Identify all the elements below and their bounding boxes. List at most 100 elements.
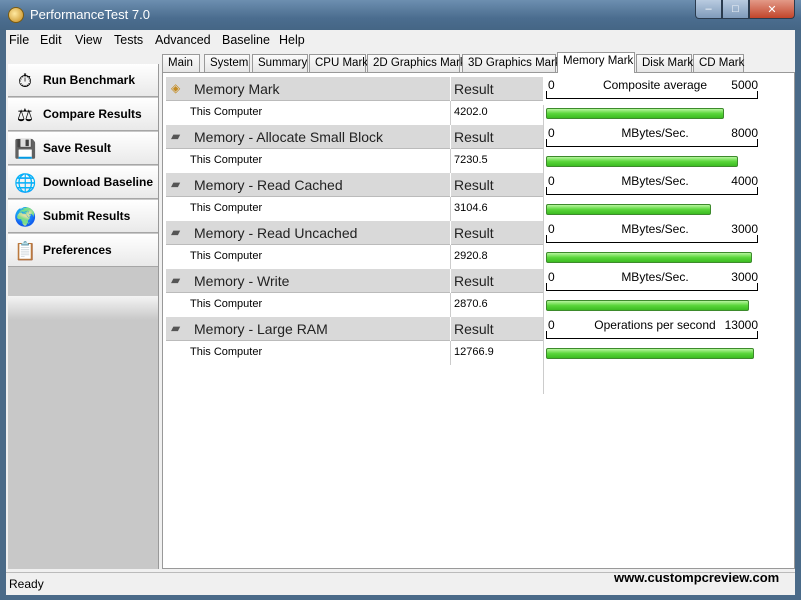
column-divider: [543, 105, 544, 394]
scale-ticks: [546, 331, 758, 339]
sidebar-item-save-result[interactable]: 💾 Save Result: [8, 132, 158, 165]
result-value: 3104.6: [454, 202, 488, 214]
computer-label: This Computer: [190, 346, 263, 358]
tab-cd-mark[interactable]: CD Mark: [693, 54, 744, 72]
scale: Operations per second 0 13000: [546, 317, 764, 341]
test-header-row[interactable]: ▰ Memory - Read Uncached Result: [166, 221, 543, 245]
menu-help[interactable]: Help: [279, 33, 305, 47]
scale-max: 3000: [731, 222, 758, 236]
sidebar-item-label: Submit Results: [43, 209, 131, 223]
sidebar-item-submit-results[interactable]: 🌍 Submit Results: [8, 200, 158, 233]
status-text: Ready: [9, 577, 44, 591]
menu-view[interactable]: View: [75, 33, 102, 47]
menu-advanced[interactable]: Advanced: [155, 33, 211, 47]
test-header-row[interactable]: ▰ Memory - Write Result: [166, 269, 543, 293]
app-window: PerformanceTest 7.0 ‒ □ ✕ File Edit View…: [0, 0, 801, 600]
globe-upload-icon: 🌍: [14, 207, 37, 227]
memory-chip-icon: ▰: [171, 225, 181, 239]
scale-min: 0: [548, 78, 555, 92]
scale-max: 13000: [724, 318, 758, 332]
tab-3d-graphics-mark[interactable]: 3D Graphics Mark: [462, 54, 561, 72]
tab-disk-mark[interactable]: Disk Mark: [636, 54, 693, 72]
results-panel: ◈ Memory Mark Result This Computer 4202.…: [162, 72, 795, 569]
computer-label: This Computer: [190, 250, 263, 262]
computer-label: This Computer: [190, 106, 263, 118]
tab-2d-graphics-mark[interactable]: 2D Graphics Mark: [367, 54, 466, 72]
scale-max: 4000: [731, 174, 758, 188]
tab-memory-mark[interactable]: Memory Mark: [557, 52, 635, 73]
result-bar: [546, 300, 749, 311]
result-value: 2920.8: [454, 250, 488, 262]
tab-strip: Main System Summary CPU Mark 2D Graphics…: [162, 52, 795, 73]
scale-min: 0: [548, 270, 555, 284]
scale: Composite average 0 5000: [546, 77, 764, 101]
sidebar-item-label: Save Result: [43, 141, 112, 155]
result-bar: [546, 252, 752, 263]
sidebar-divider: [8, 296, 158, 320]
maximize-button[interactable]: □: [722, 0, 749, 19]
test-value-row[interactable]: This Computer 3104.6: [166, 197, 543, 221]
client-area: File Edit View Tests Advanced Baseline H…: [6, 30, 795, 595]
tab-system[interactable]: System: [204, 54, 250, 72]
tab-main[interactable]: Main: [162, 54, 200, 72]
memory-chip-icon: ▰: [171, 177, 181, 191]
sidebar-item-preferences[interactable]: 📋 Preferences: [8, 234, 158, 267]
test-name: Memory - Write: [194, 273, 290, 289]
menu-file[interactable]: File: [9, 33, 29, 47]
tab-cpu-mark[interactable]: CPU Mark: [309, 54, 368, 72]
computer-label: This Computer: [190, 298, 263, 310]
scale-min: 0: [548, 174, 555, 188]
clipboard-icon: 📋: [14, 241, 37, 261]
menu-bar: File Edit View Tests Advanced Baseline H…: [6, 30, 795, 50]
scale-ticks: [546, 235, 758, 243]
result-bar: [546, 204, 711, 215]
scale-max: 3000: [731, 270, 758, 284]
sidebar-item-label: Compare Results: [43, 107, 142, 121]
test-value-row[interactable]: This Computer 2920.8: [166, 245, 543, 269]
test-name: Memory - Read Cached: [194, 177, 343, 193]
close-button[interactable]: ✕: [749, 0, 795, 19]
test-value-row[interactable]: This Computer 2870.6: [166, 293, 543, 317]
test-header-row[interactable]: ▰ Memory - Large RAM Result: [166, 317, 543, 341]
sidebar-item-compare-results[interactable]: ⚖ Compare Results: [8, 98, 158, 131]
floppy-disk-icon: 💾: [14, 139, 37, 159]
test-value-row[interactable]: This Computer 12766.9: [166, 341, 543, 365]
sidebar-item-download-baseline[interactable]: 🌐 Download Baseline: [8, 166, 158, 199]
menu-tests[interactable]: Tests: [114, 33, 143, 47]
menu-baseline[interactable]: Baseline: [222, 33, 270, 47]
test-header-row[interactable]: ▰ Memory - Allocate Small Block Result: [166, 125, 543, 149]
status-bar: Ready www.custompcreview.com: [6, 570, 795, 595]
sidebar: ⏱ Run Benchmark ⚖ Compare Results 💾 Save…: [8, 64, 159, 569]
result-bar: [546, 156, 738, 167]
test-value-row[interactable]: This Computer 4202.0: [166, 101, 543, 125]
result-value: 4202.0: [454, 106, 488, 118]
minimize-button[interactable]: ‒: [695, 0, 722, 19]
result-value: 2870.6: [454, 298, 488, 310]
memory-mark-icon: ◈: [171, 81, 181, 95]
scale-ticks: [546, 139, 758, 147]
scale: MBytes/Sec. 0 8000: [546, 125, 764, 149]
menu-edit[interactable]: Edit: [40, 33, 62, 47]
watermark: www.custompcreview.com: [614, 570, 780, 585]
test-header-row[interactable]: ◈ Memory Mark Result: [166, 77, 543, 101]
tab-summary[interactable]: Summary: [252, 54, 308, 72]
scale-ticks: [546, 283, 758, 291]
app-icon: [8, 7, 24, 23]
scale-min: 0: [548, 126, 555, 140]
globe-download-icon: 🌐: [14, 173, 37, 193]
scale: MBytes/Sec. 0 3000: [546, 221, 764, 245]
test-header-row[interactable]: ▰ Memory - Read Cached Result: [166, 173, 543, 197]
scale-min: 0: [548, 318, 555, 332]
scale-ticks: [546, 91, 758, 99]
scale-max: 5000: [731, 78, 758, 92]
result-value: 12766.9: [454, 346, 494, 358]
scale-max: 8000: [731, 126, 758, 140]
memory-chip-icon: ▰: [171, 273, 181, 287]
test-value-row[interactable]: This Computer 7230.5: [166, 149, 543, 173]
sidebar-item-run-benchmark[interactable]: ⏱ Run Benchmark: [8, 64, 158, 97]
stopwatch-icon: ⏱: [17, 71, 33, 91]
title-bar[interactable]: PerformanceTest 7.0 ‒ □ ✕: [0, 0, 801, 30]
memory-chip-icon: ▰: [171, 129, 181, 143]
sidebar-item-label: Preferences: [43, 243, 112, 257]
computer-label: This Computer: [190, 154, 263, 166]
